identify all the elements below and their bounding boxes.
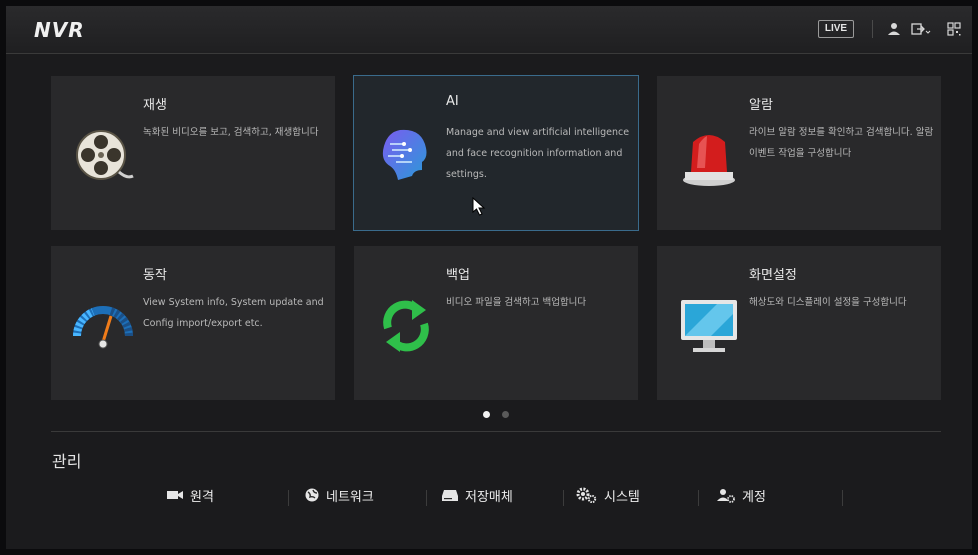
mgmt-label: 계정: [742, 489, 766, 505]
management-title: 관리: [52, 452, 82, 471]
mgmt-divider: [426, 490, 427, 506]
card-title: 백업: [446, 268, 470, 283]
monitor-icon: [681, 300, 737, 352]
card-description: 녹화된 비디오를 보고, 검색하고, 재생합니다: [143, 127, 319, 138]
film-reel-icon: [76, 130, 134, 180]
speedometer-icon: [73, 306, 134, 349]
top-bar: NVR LIVE: [6, 6, 972, 54]
mgmt-divider: [842, 490, 843, 506]
mgmt-label: 원격: [190, 489, 214, 505]
mgmt-divider: [288, 490, 289, 506]
live-button[interactable]: LIVE: [818, 20, 854, 38]
card-playback[interactable]: 재생 녹화된 비디오를 보고, 검색하고, 재생합니다: [51, 76, 335, 230]
card-display[interactable]: 화면설정 해상도와 디스플레이 설정을 구성합니다: [657, 246, 941, 400]
camera-icon: [167, 491, 183, 499]
mgmt-divider: [698, 490, 699, 506]
nvr-main-menu: NVR LIVE 재생 녹화된 비디오를 보고, 검색하고, 재생합니다 AI …: [6, 6, 972, 549]
mouse-cursor-icon: [472, 197, 486, 216]
card-alarm[interactable]: 알람 라이브 알람 정보를 확인하고 검색합니다. 알람 이벤트 작업을 구성합…: [657, 76, 941, 230]
page-dot[interactable]: [502, 411, 509, 418]
card-title: 화면설정: [749, 268, 797, 283]
card-title: 알람: [749, 98, 773, 113]
user-icon[interactable]: [886, 21, 902, 37]
logout-icon[interactable]: [910, 21, 932, 37]
mgmt-divider: [563, 490, 564, 506]
card-title: AI: [446, 94, 459, 109]
gears-icon: [576, 487, 597, 503]
mgmt-system[interactable]: 시스템: [576, 484, 640, 506]
mgmt-remote[interactable]: 원격: [166, 484, 214, 506]
app-logo: NVR: [34, 18, 85, 42]
mgmt-network[interactable]: 네트워크: [304, 484, 374, 506]
card-ai[interactable]: AI Manage and view artificial intelligen…: [353, 75, 639, 231]
mgmt-label: 시스템: [604, 489, 640, 505]
qr-code-icon[interactable]: [946, 21, 962, 37]
card-description: Manage and view artificial intelligence …: [446, 127, 630, 180]
mgmt-label: 저장매체: [465, 489, 513, 505]
globe-network-icon: [305, 488, 319, 502]
section-divider: [51, 431, 941, 432]
user-gear-icon: [717, 489, 735, 503]
alarm-light-icon: [683, 135, 735, 186]
hard-drive-icon: [442, 490, 458, 501]
ai-head-icon: [382, 129, 427, 180]
card-description: 해상도와 디스플레이 설정을 구성합니다: [749, 297, 907, 308]
mgmt-storage[interactable]: 저장매체: [441, 484, 513, 506]
card-title: 재생: [143, 98, 167, 113]
card-description: View System info, System update and Conf…: [143, 297, 324, 329]
page-dot-active[interactable]: [483, 411, 490, 418]
top-bar-divider: [872, 20, 873, 38]
card-description: 라이브 알람 정보를 확인하고 검색합니다. 알람 이벤트 작업을 구성합니다: [749, 127, 934, 159]
card-operation[interactable]: 동작 View System info, System update and C…: [51, 246, 335, 400]
card-backup[interactable]: 백업 비디오 파일을 검색하고 백업합니다: [354, 246, 638, 400]
card-title: 동작: [143, 268, 167, 283]
refresh-arrows-icon: [383, 300, 429, 352]
mgmt-label: 네트워크: [326, 489, 374, 505]
card-description: 비디오 파일을 검색하고 백업합니다: [446, 297, 587, 308]
mgmt-account[interactable]: 계정: [716, 484, 766, 506]
